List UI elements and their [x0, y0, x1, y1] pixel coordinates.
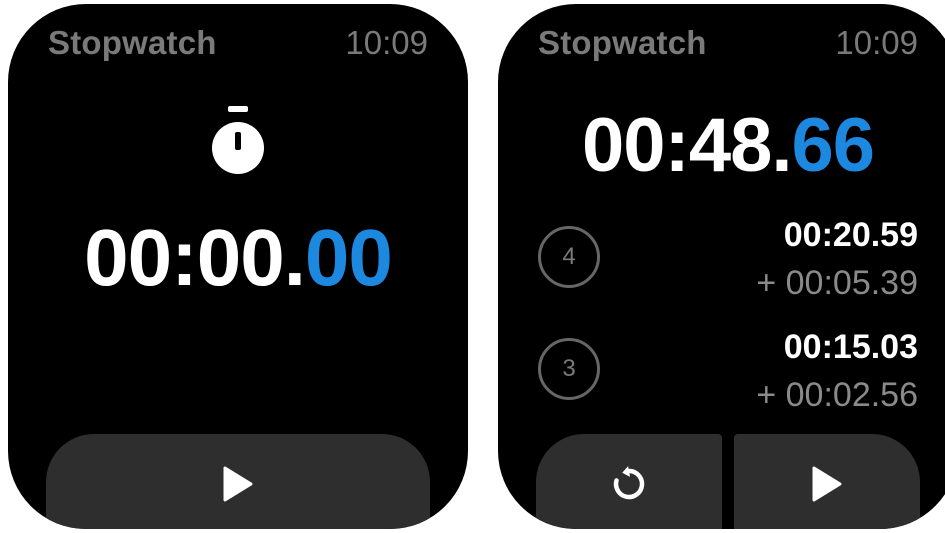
- reset-button[interactable]: [536, 434, 722, 529]
- app-title: Stopwatch: [538, 24, 707, 61]
- elapsed-time-display: 00:00.00: [8, 212, 468, 304]
- lap-total-time: 00:15.03: [783, 328, 918, 366]
- watch-screen-idle: Stopwatch 10:09 00:00.00: [8, 4, 468, 529]
- play-icon: [223, 466, 253, 502]
- lap-total-time: 00:20.59: [783, 216, 918, 254]
- elapsed-time-main: 00:00.: [84, 213, 306, 302]
- reset-icon: [613, 466, 645, 500]
- lap-row: 4 00:20.59 + 00:05.39: [498, 214, 945, 314]
- elapsed-time-main: 00:48.: [581, 103, 792, 188]
- watch-screen-running: Stopwatch 10:09 00:48.66 4 00:20.59 + 00…: [498, 4, 945, 529]
- elapsed-time-display: 00:48.66: [498, 102, 945, 189]
- status-clock: 10:09: [345, 24, 428, 61]
- app-title: Stopwatch: [48, 24, 217, 61]
- lap-number-badge: 3: [538, 338, 600, 400]
- lap-row: 3 00:15.03 + 00:02.56: [498, 326, 945, 426]
- start-button[interactable]: [734, 434, 920, 529]
- start-button[interactable]: [46, 434, 430, 529]
- elapsed-time-hundredths: 66: [791, 103, 875, 188]
- play-icon: [812, 466, 842, 502]
- status-clock: 10:09: [835, 24, 918, 61]
- lap-split-time: + 00:05.39: [756, 264, 918, 302]
- lap-number-badge: 4: [538, 226, 600, 288]
- lap-split-time: + 00:02.56: [756, 376, 918, 414]
- elapsed-time-hundredths: 00: [304, 213, 393, 302]
- screenshot-stage: Stopwatch 10:09 00:00.00 Stopwatch 10:09…: [0, 0, 945, 533]
- stopwatch-icon: [212, 106, 264, 174]
